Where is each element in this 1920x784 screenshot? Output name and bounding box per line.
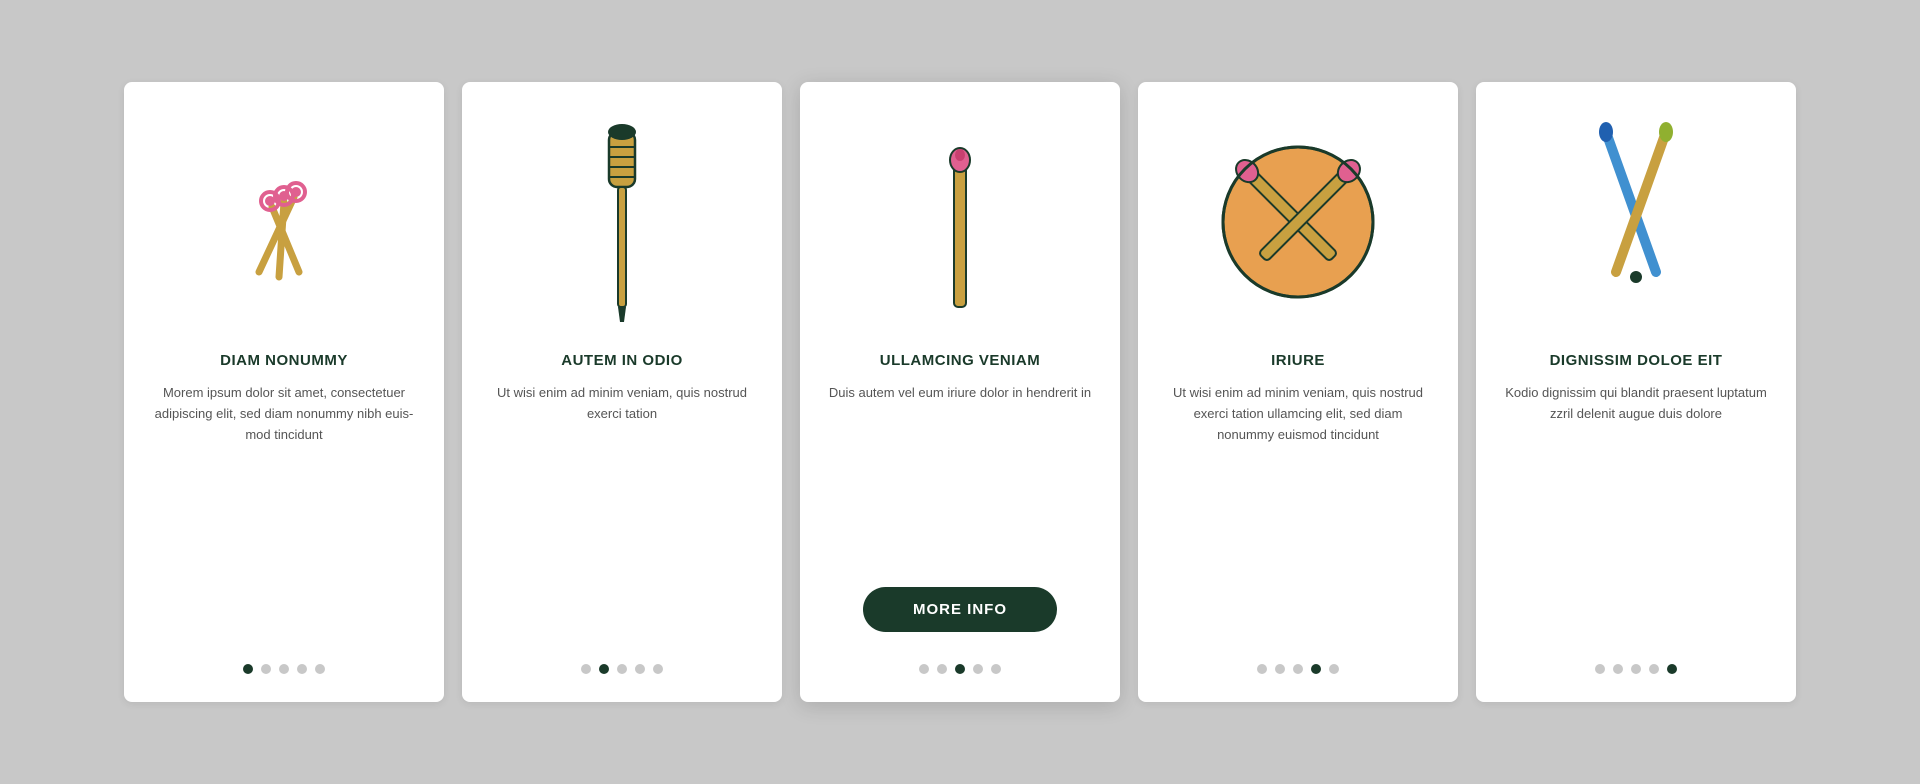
- card-5-text: Kodio dignissim qui blandit praesent lup…: [1504, 383, 1768, 642]
- dot: [919, 664, 929, 674]
- dot: [1595, 664, 1605, 674]
- dot: [315, 664, 325, 674]
- card-5-title: DIGNISSIM DOLOE EIT: [1550, 352, 1723, 369]
- dot: [617, 664, 627, 674]
- dot: [1257, 664, 1267, 674]
- dot: [635, 664, 645, 674]
- card-1-icon: [152, 112, 416, 332]
- dot: [1631, 664, 1641, 674]
- card-2: AUTEM IN ODIO Ut wisi enim ad minim veni…: [462, 82, 782, 702]
- card-1-title: DIAM NONUMMY: [220, 352, 348, 369]
- card-2-text: Ut wisi enim ad minim veniam, quis nostr…: [490, 383, 754, 642]
- dot: [599, 664, 609, 674]
- dot: [279, 664, 289, 674]
- dot: [653, 664, 663, 674]
- card-5-icon: [1504, 112, 1768, 332]
- card-1: DIAM NONUMMY Morem ipsum dolor sit amet,…: [124, 82, 444, 702]
- dot: [581, 664, 591, 674]
- dot: [1613, 664, 1623, 674]
- card-4-text: Ut wisi enim ad minim veniam, quis nostr…: [1166, 383, 1430, 642]
- card-3: ULLAMCING VENIAM Duis autem vel eum iriu…: [800, 82, 1120, 702]
- dot: [991, 664, 1001, 674]
- dot: [1311, 664, 1321, 674]
- card-1-dots: [243, 664, 325, 674]
- card-5: DIGNISSIM DOLOE EIT Kodio dignissim qui …: [1476, 82, 1796, 702]
- card-4-icon: [1166, 112, 1430, 332]
- card-4-title: IRIURE: [1271, 352, 1325, 369]
- card-2-dots: [581, 664, 663, 674]
- card-3-title: ULLAMCING VENIAM: [880, 352, 1041, 369]
- dot: [1649, 664, 1659, 674]
- dot: [297, 664, 307, 674]
- card-2-icon: [490, 112, 754, 332]
- dot: [261, 664, 271, 674]
- card-3-icon: [828, 112, 1092, 332]
- dot: [973, 664, 983, 674]
- dot: [1329, 664, 1339, 674]
- dot: [955, 664, 965, 674]
- card-3-dots: [919, 664, 1001, 674]
- dot: [243, 664, 253, 674]
- dot: [1275, 664, 1285, 674]
- dot: [1667, 664, 1677, 674]
- dot: [1293, 664, 1303, 674]
- cards-container: DIAM NONUMMY Morem ipsum dolor sit amet,…: [44, 22, 1876, 762]
- card-1-text: Morem ipsum dolor sit amet, consectetuer…: [152, 383, 416, 642]
- card-3-text: Duis autem vel eum iriure dolor in hendr…: [829, 383, 1091, 569]
- dot: [937, 664, 947, 674]
- more-info-button[interactable]: MORE INFO: [863, 587, 1057, 632]
- card-2-title: AUTEM IN ODIO: [561, 352, 683, 369]
- card-4: IRIURE Ut wisi enim ad minim veniam, qui…: [1138, 82, 1458, 702]
- card-4-dots: [1257, 664, 1339, 674]
- card-5-dots: [1595, 664, 1677, 674]
